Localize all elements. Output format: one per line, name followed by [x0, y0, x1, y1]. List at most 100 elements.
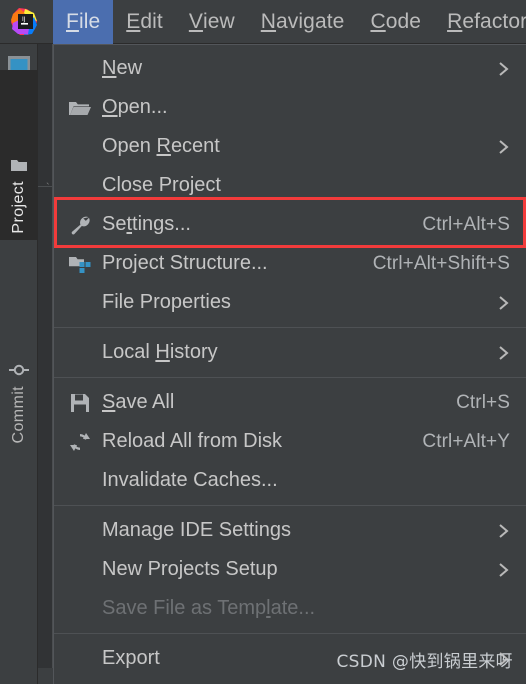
menu-item-new[interactable]: New [54, 49, 526, 88]
sidebar-item-commit[interactable]: Commit [0, 280, 38, 450]
no-icon [64, 647, 96, 671]
menu-item-new-projects-setup[interactable]: New Projects Setup [54, 550, 526, 589]
no-icon [64, 291, 96, 315]
menu-item-local-history-mnemonic: H [155, 341, 170, 363]
menu-item-manage-ide-settings-label: Manage IDE Settings [102, 519, 291, 541]
menu-separator [54, 327, 526, 328]
menu-item-invalidate-caches-label: Invalidate Caches... [102, 469, 278, 491]
menu-item-save-all-shortcut: Ctrl+S [456, 391, 510, 413]
menu-bar-item-code-rest: ode [385, 9, 422, 33]
menu-bar-item-navigate[interactable]: Navigate [248, 0, 358, 44]
menu-item-invalidate-caches[interactable]: Invalidate Caches... [54, 461, 526, 500]
menu-item-settings[interactable]: Settings... Ctrl+Alt+S [54, 205, 526, 244]
menu-item-open-recent-label: Open Recent [102, 135, 220, 158]
intellij-idea-logo-icon: IJ [10, 7, 40, 37]
folder-icon [9, 155, 29, 175]
menu-item-open-recent-prefix: Open [102, 135, 157, 157]
menu-item-save-file-as-template-prefix: Save File as Temp [102, 597, 267, 619]
menu-item-reload-all-from-disk[interactable]: Reload All from Disk Ctrl+Alt+Y [54, 422, 526, 461]
menu-item-save-file-as-template-suffix: ate... [270, 597, 316, 619]
menu-item-reload-all-from-disk-shortcut: Ctrl+Alt+Y [422, 430, 510, 452]
menu-item-open[interactable]: Open... [54, 88, 526, 127]
menu-item-manage-ide-settings[interactable]: Manage IDE Settings [54, 511, 526, 550]
file-menu-dropdown: New Open... Open Recent Close Project Se… [53, 44, 526, 684]
menu-item-open-text: pen... [117, 96, 168, 118]
menu-bar-item-file[interactable]: File [53, 0, 114, 44]
menu-item-settings-label: Settings... [102, 213, 191, 236]
reload-icon [64, 430, 96, 454]
menu-item-file-properties[interactable]: File Properties [54, 283, 526, 322]
menu-bar-item-navigate-mnemonic: N [260, 9, 277, 33]
no-icon [64, 597, 96, 621]
no-icon [64, 135, 96, 159]
menu-item-export-label: Export [102, 647, 160, 669]
save-icon [64, 391, 96, 415]
menu-bar-item-file-rest: ile [78, 9, 101, 33]
menu-item-open-mnemonic: O [102, 96, 118, 118]
menu-item-save-file-as-template: Save File as Template... [54, 589, 526, 628]
menu-item-settings-prefix: Se [102, 213, 127, 235]
menu-bar-item-navigate-rest: avigate [276, 9, 345, 33]
no-icon [64, 174, 96, 198]
menu-bar-item-code[interactable]: Code [357, 0, 434, 44]
chevron-right-icon [496, 295, 510, 311]
no-icon [64, 469, 96, 493]
menu-item-local-history-prefix: Local [102, 341, 156, 363]
menu-bar-item-view-rest: iew [202, 9, 235, 33]
menu-bar-items: File Edit View Navigate Code Refactor [53, 0, 526, 44]
menu-bar-item-code-mnemonic: C [370, 9, 386, 33]
menu-separator [54, 505, 526, 506]
menu-item-local-history[interactable]: Local History [54, 333, 526, 372]
menu-item-project-structure-label: Project Structure... [102, 252, 268, 274]
editor-bottom-strip [38, 668, 53, 684]
menu-item-save-all-mnemonic: S [102, 391, 116, 413]
menu-item-open-label: Open... [102, 96, 168, 119]
menu-bar: IJ File Edit View Navigate Code Refactor [0, 0, 526, 44]
menu-item-local-history-suffix: istory [169, 341, 218, 363]
menu-bar-item-file-mnemonic: F [66, 9, 79, 33]
wrench-icon [64, 213, 96, 237]
editor-caret: ` [46, 182, 50, 194]
menu-item-settings-shortcut: Ctrl+Alt+S [422, 213, 510, 235]
menu-item-new-projects-setup-label: New Projects Setup [102, 558, 278, 580]
project-structure-icon [64, 252, 96, 276]
no-icon [64, 519, 96, 543]
menu-separator [54, 633, 526, 634]
menu-item-print: Print... [54, 678, 526, 684]
menu-item-open-recent-suffix: ecent [170, 135, 220, 157]
menu-item-close-project[interactable]: Close Project [54, 166, 526, 205]
menu-item-new-text: ew [116, 57, 143, 79]
commit-icon [9, 360, 29, 380]
sidebar-item-commit-label: Commit [10, 386, 27, 444]
tool-window-sidebar: Project Commit cture [0, 44, 38, 684]
menu-item-file-properties-label: File Properties [102, 291, 231, 313]
no-icon [64, 57, 96, 81]
menu-separator [54, 377, 526, 378]
menu-item-close-project-label: Close Project [102, 174, 221, 196]
menu-bar-item-edit-mnemonic: E [126, 9, 141, 33]
chevron-right-icon [496, 345, 510, 361]
menu-bar-item-refactor[interactable]: Refactor [434, 0, 526, 44]
sidebar-item-structure[interactable]: cture [0, 644, 38, 684]
sidebar-item-project[interactable]: Project [0, 70, 38, 240]
chevron-right-icon [496, 61, 510, 77]
menu-bar-item-refactor-mnemonic: R [447, 9, 463, 33]
menu-item-local-history-label: Local History [102, 341, 218, 364]
menu-item-reload-all-from-disk-label: Reload All from Disk [102, 430, 283, 452]
ide-window: ` IJ File Edit View N avigate C ode R ef… [0, 0, 526, 684]
menu-bar-item-edit[interactable]: Edit [113, 0, 176, 44]
menu-item-new-mnemonic: N [102, 57, 117, 79]
menu-item-save-all-label: Save All [102, 391, 174, 414]
menu-item-new-label: New [102, 57, 142, 80]
menu-item-open-recent-mnemonic: R [156, 135, 171, 157]
menu-bar-item-view-mnemonic: V [188, 9, 203, 33]
menu-item-open-recent[interactable]: Open Recent [54, 127, 526, 166]
menu-item-project-structure[interactable]: Project Structure... Ctrl+Alt+Shift+S [54, 244, 526, 283]
menu-item-save-all[interactable]: Save All Ctrl+S [54, 383, 526, 422]
menu-item-save-all-text: ave All [115, 391, 175, 413]
menu-item-save-file-as-template-label: Save File as Template... [102, 597, 315, 620]
open-folder-icon [64, 96, 96, 120]
no-icon [64, 341, 96, 365]
chevron-right-icon [496, 523, 510, 539]
menu-bar-item-view[interactable]: View [176, 0, 248, 44]
